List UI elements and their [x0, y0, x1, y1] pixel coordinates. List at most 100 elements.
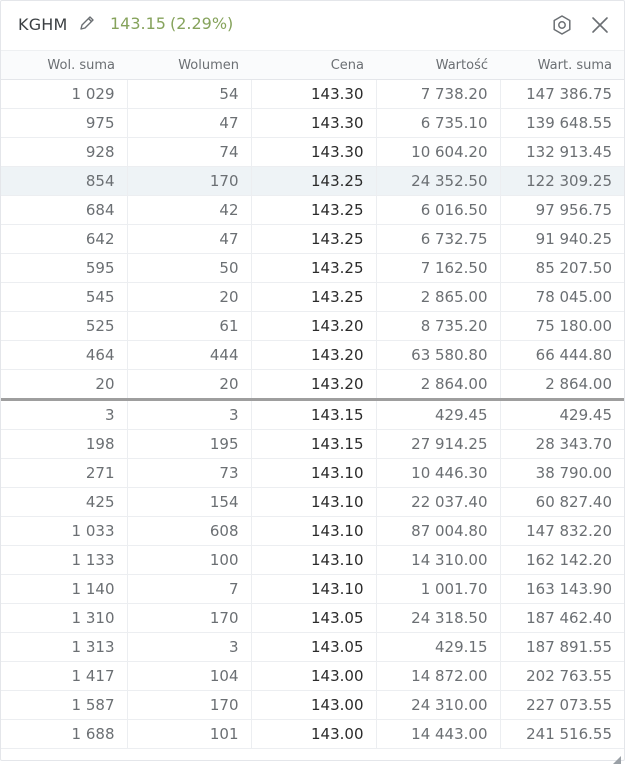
buy-order-row[interactable]: 271 73 143.10 10 446.30 38 790.00: [1, 458, 624, 488]
cell-cumulative-volume: 1 587: [1, 690, 128, 720]
buy-order-row[interactable]: 1 133 100 143.10 14 310.00 162 142.20: [1, 545, 624, 575]
cell-price: 143.30: [251, 79, 377, 109]
pencil-icon[interactable]: [77, 13, 97, 33]
cell-cumulative-volume: 425: [1, 487, 128, 517]
buy-order-row[interactable]: 3 3 143.15 429.45 429.45: [1, 399, 624, 430]
cell-cumulative-value: 38 790.00: [500, 458, 624, 488]
cell-price: 143.30: [251, 108, 377, 138]
buy-order-row[interactable]: 1 313 3 143.05 429.15 187 891.55: [1, 632, 624, 662]
cell-volume: 3: [127, 399, 252, 430]
cell-price: 143.20: [251, 340, 377, 370]
price-change: (2.29%): [169, 14, 234, 33]
cell-volume: 7: [127, 574, 252, 604]
sell-order-row[interactable]: 1 029 54 143.30 7 738.20 147 386.75: [1, 79, 624, 109]
cell-cumulative-volume: 1 133: [1, 545, 128, 575]
cell-value: 10 604.20: [376, 137, 501, 167]
buy-order-row[interactable]: 1 140 7 143.10 1 001.70 163 143.90: [1, 574, 624, 604]
cell-cumulative-value: 122 309.25: [500, 166, 624, 196]
col-header-value[interactable]: Wartość: [376, 50, 500, 80]
cell-price: 143.20: [251, 311, 377, 341]
cell-volume: 61: [127, 311, 252, 341]
buy-order-row[interactable]: 1 688 101 143.00 14 443.00 241 516.55: [1, 719, 624, 749]
cell-cumulative-volume: 1 140: [1, 574, 128, 604]
close-icon[interactable]: [590, 15, 610, 35]
last-price: 143.15: [110, 14, 166, 33]
col-header-cumulative-value[interactable]: Wart. suma: [500, 50, 624, 80]
cell-volume: 20: [127, 369, 252, 401]
cell-volume: 444: [127, 340, 252, 370]
cell-cumulative-value: 241 516.55: [500, 719, 624, 749]
cell-price: 143.05: [251, 603, 377, 633]
cell-cumulative-volume: 975: [1, 108, 128, 138]
sell-order-row[interactable]: 975 47 143.30 6 735.10 139 648.55: [1, 108, 624, 138]
col-header-price[interactable]: Cena: [251, 50, 376, 80]
cell-volume: 608: [127, 516, 252, 546]
order-book-panel: KGHM 143.15 (2.29%) Wol. suma Wolumen Ce…: [0, 0, 625, 764]
buy-order-row[interactable]: 1 587 170 143.00 24 310.00 227 073.55: [1, 690, 624, 720]
col-header-cumulative-volume[interactable]: Wol. suma: [1, 50, 127, 80]
cell-volume: 20: [127, 282, 252, 312]
sell-order-row[interactable]: 545 20 143.25 2 865.00 78 045.00: [1, 282, 624, 312]
cell-volume: 101: [127, 719, 252, 749]
buy-order-row[interactable]: 198 195 143.15 27 914.25 28 343.70: [1, 429, 624, 459]
cell-volume: 104: [127, 661, 252, 691]
price-summary: 143.15 (2.29%): [110, 14, 233, 33]
sell-order-row[interactable]: 20 20 143.20 2 864.00 2 864.00: [1, 369, 624, 401]
cell-cumulative-volume: 464: [1, 340, 128, 370]
gear-icon[interactable]: [551, 14, 573, 36]
cell-volume: 42: [127, 195, 252, 225]
cell-value: 14 443.00: [376, 719, 501, 749]
cell-cumulative-value: 147 832.20: [500, 516, 624, 546]
sell-order-row[interactable]: 595 50 143.25 7 162.50 85 207.50: [1, 253, 624, 283]
sell-order-row[interactable]: 928 74 143.30 10 604.20 132 913.45: [1, 137, 624, 167]
cell-cumulative-value: 187 891.55: [500, 632, 624, 662]
cell-price: 143.00: [251, 690, 377, 720]
cell-cumulative-volume: 198: [1, 429, 128, 459]
sell-order-row[interactable]: 854 170 143.25 24 352.50 122 309.25: [1, 166, 624, 196]
cell-cumulative-value: 132 913.45: [500, 137, 624, 167]
cell-value: 6 735.10: [376, 108, 501, 138]
cell-price: 143.25: [251, 282, 377, 312]
cell-price: 143.00: [251, 661, 377, 691]
cell-value: 6 732.75: [376, 224, 501, 254]
sell-order-row[interactable]: 642 47 143.25 6 732.75 91 940.25: [1, 224, 624, 254]
cell-value: 429.45: [376, 399, 501, 430]
cell-cumulative-volume: 1 313: [1, 632, 128, 662]
ticker-symbol[interactable]: KGHM: [18, 15, 68, 34]
cell-volume: 170: [127, 166, 252, 196]
cell-cumulative-value: 78 045.00: [500, 282, 624, 312]
resize-grip-icon[interactable]: [613, 749, 621, 764]
cell-volume: 54: [127, 79, 252, 109]
cell-cumulative-volume: 1 417: [1, 661, 128, 691]
cell-cumulative-value: 66 444.80: [500, 340, 624, 370]
cell-volume: 47: [127, 224, 252, 254]
col-header-volume[interactable]: Wolumen: [127, 50, 251, 80]
cell-cumulative-value: 28 343.70: [500, 429, 624, 459]
buy-order-row[interactable]: 1 417 104 143.00 14 872.00 202 763.55: [1, 661, 624, 691]
cell-price: 143.20: [251, 369, 377, 401]
sell-order-row[interactable]: 684 42 143.25 6 016.50 97 956.75: [1, 195, 624, 225]
buy-order-row[interactable]: 425 154 143.10 22 037.40 60 827.40: [1, 487, 624, 517]
buy-order-row[interactable]: 1 310 170 143.05 24 318.50 187 462.40: [1, 603, 624, 633]
cell-price: 143.00: [251, 719, 377, 749]
cell-cumulative-value: 163 143.90: [500, 574, 624, 604]
cell-price: 143.25: [251, 224, 377, 254]
cell-cumulative-volume: 854: [1, 166, 128, 196]
panel-header: KGHM 143.15 (2.29%): [1, 1, 624, 49]
cell-price: 143.10: [251, 574, 377, 604]
cell-value: 6 016.50: [376, 195, 501, 225]
order-book-table: Wol. suma Wolumen Cena Wartość Wart. sum…: [1, 50, 624, 749]
cell-cumulative-volume: 20: [1, 369, 128, 401]
cell-cumulative-value: 91 940.25: [500, 224, 624, 254]
sell-order-row[interactable]: 525 61 143.20 8 735.20 75 180.00: [1, 311, 624, 341]
sell-order-row[interactable]: 464 444 143.20 63 580.80 66 444.80: [1, 340, 624, 370]
cell-cumulative-value: 60 827.40: [500, 487, 624, 517]
cell-cumulative-volume: 684: [1, 195, 128, 225]
cell-value: 7 738.20: [376, 79, 501, 109]
buy-order-row[interactable]: 1 033 608 143.10 87 004.80 147 832.20: [1, 516, 624, 546]
cell-cumulative-value: 75 180.00: [500, 311, 624, 341]
cell-cumulative-value: 97 956.75: [500, 195, 624, 225]
cell-cumulative-volume: 1 033: [1, 516, 128, 546]
cell-value: 7 162.50: [376, 253, 501, 283]
cell-value: 24 352.50: [376, 166, 501, 196]
